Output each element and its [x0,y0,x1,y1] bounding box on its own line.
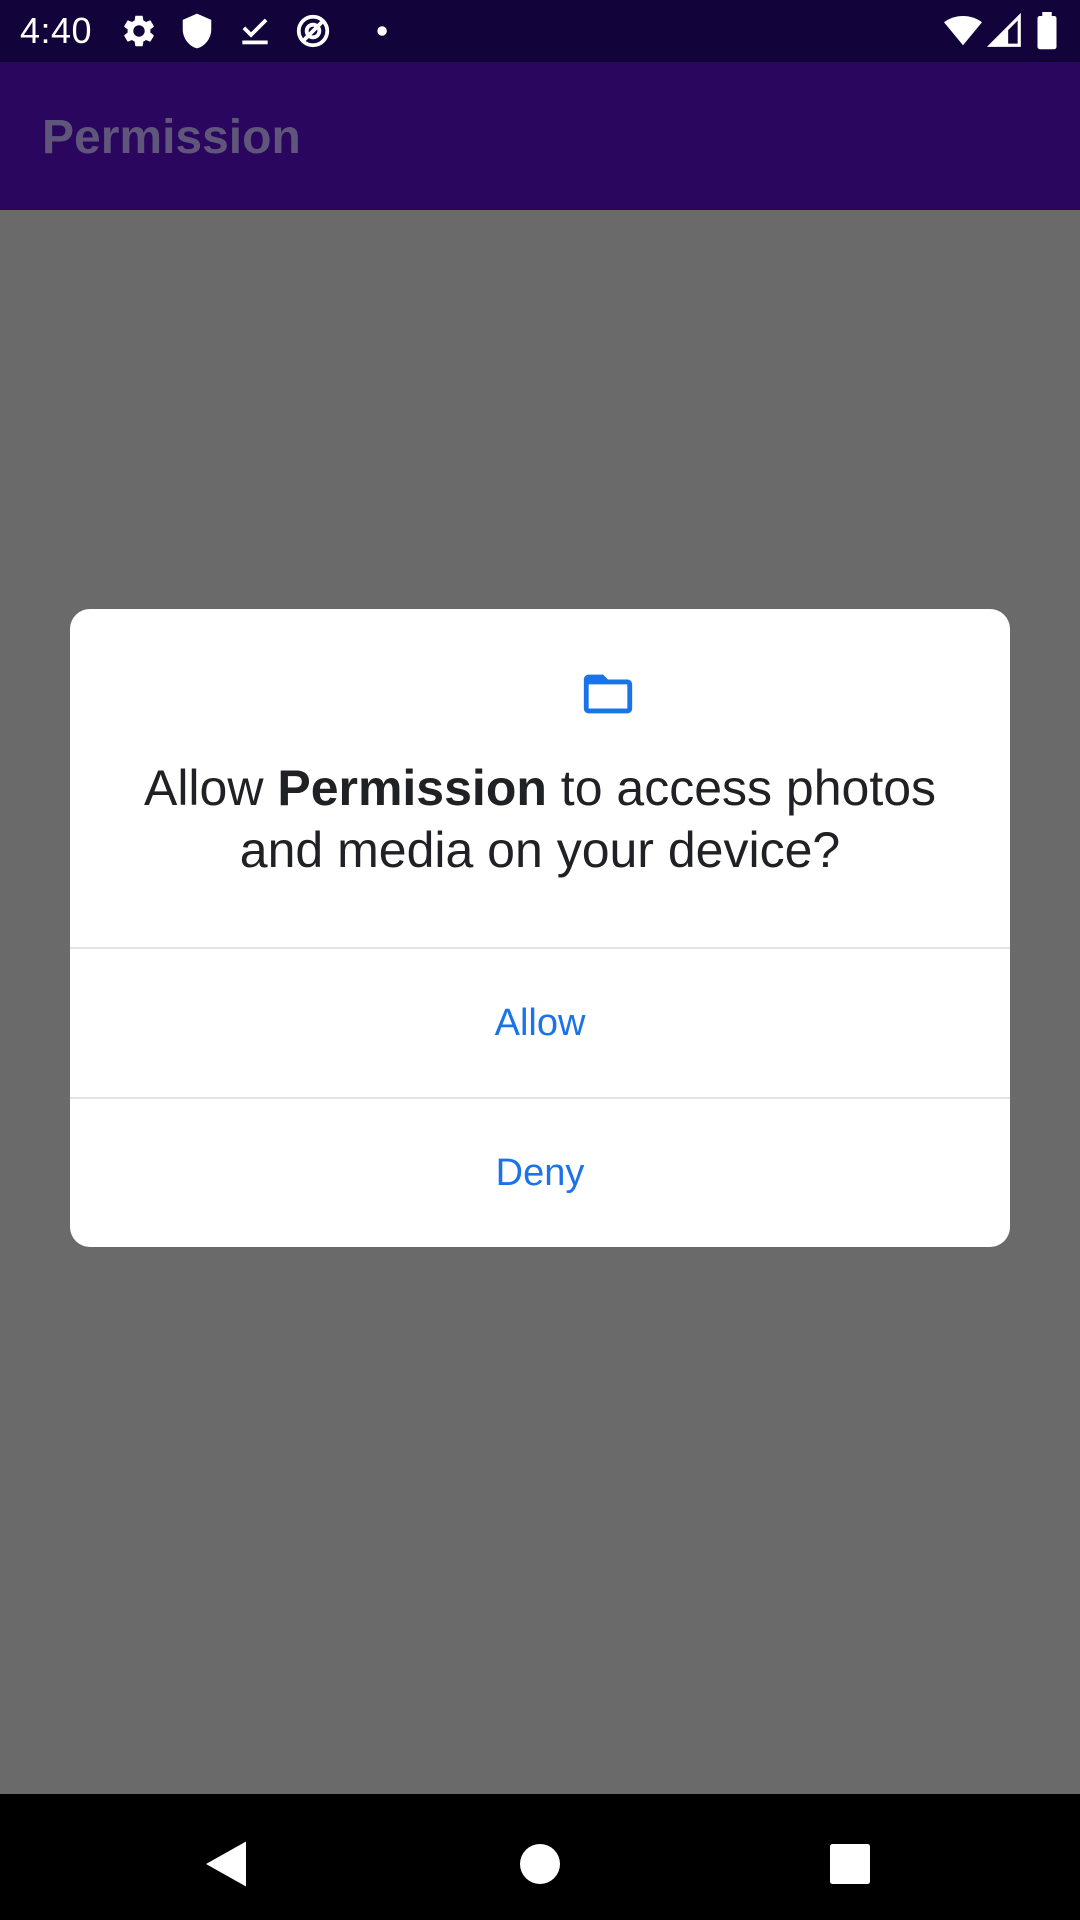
download-done-icon [242,18,268,45]
permission-dialog: Allow Permission to access photos and me… [70,609,1010,1247]
cell-signal-icon [986,12,1021,47]
back-icon[interactable] [196,1834,256,1894]
gear-icon [124,15,154,47]
app-title: Permission [42,111,301,164]
home-icon[interactable] [510,1834,570,1894]
status-time: 4:40 [20,10,93,51]
folder-icon [583,674,633,714]
status-bar: 4:40 [0,0,1080,62]
message-prefix: Allow [143,760,278,816]
message-app-name: Permission [277,760,547,816]
battery-icon [1037,12,1057,50]
allow-button[interactable]: Allow [70,949,1010,1097]
shield-icon [182,13,212,49]
permission-message: Allow Permission to access photos and me… [110,757,970,881]
navigation-bar [0,1794,1080,1920]
wifi-icon [944,15,982,46]
recents-icon[interactable] [820,1834,880,1894]
at-sign-icon [296,14,330,48]
app-bar: Permission [0,62,1080,210]
deny-button[interactable]: Deny [70,1099,1010,1247]
dot-icon [377,26,387,36]
